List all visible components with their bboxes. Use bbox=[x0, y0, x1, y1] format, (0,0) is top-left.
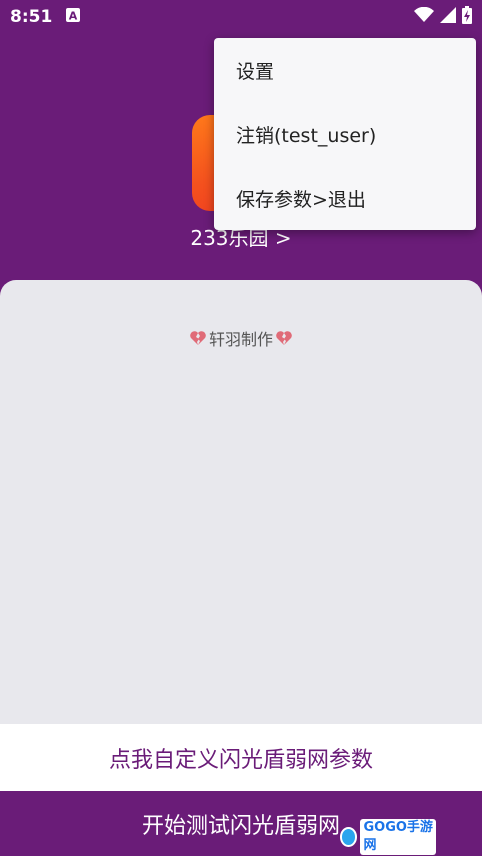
start-test-label: 开始测试闪光盾弱网 bbox=[141, 814, 340, 839]
wifi-icon bbox=[414, 6, 434, 28]
status-time: 8:51 bbox=[10, 7, 53, 27]
watermark: GOGO手游网 bbox=[340, 819, 436, 855]
broken-heart-icon bbox=[189, 329, 207, 347]
svg-text:A: A bbox=[69, 10, 78, 23]
credit-text: 轩羽制作 bbox=[0, 326, 482, 350]
status-bar: 8:51 A bbox=[0, 0, 482, 34]
signal-icon bbox=[440, 6, 456, 28]
custom-params-label: 点我自定义闪光盾弱网参数 bbox=[108, 747, 373, 773]
watermark-text: GOGO手游网 bbox=[360, 819, 436, 855]
broken-heart-icon bbox=[275, 329, 293, 347]
menu-item-save-exit[interactable]: 保存参数>退出 bbox=[214, 166, 476, 230]
menu-item-label: 注销(test_user) bbox=[236, 124, 377, 147]
menu-item-label: 保存参数>退出 bbox=[236, 188, 366, 211]
credit-label: 轩羽制作 bbox=[208, 330, 273, 349]
watermark-logo-icon bbox=[340, 827, 358, 847]
notification-a-icon: A bbox=[66, 7, 81, 27]
menu-item-label: 设置 bbox=[236, 60, 275, 83]
menu-item-logout[interactable]: 注销(test_user) bbox=[214, 102, 476, 166]
battery-charging-icon bbox=[462, 5, 472, 29]
menu-item-settings[interactable]: 设置 bbox=[214, 38, 476, 102]
overflow-menu: 设置 注销(test_user) 保存参数>退出 bbox=[214, 38, 476, 230]
custom-params-button[interactable]: 点我自定义闪光盾弱网参数 bbox=[0, 724, 482, 791]
